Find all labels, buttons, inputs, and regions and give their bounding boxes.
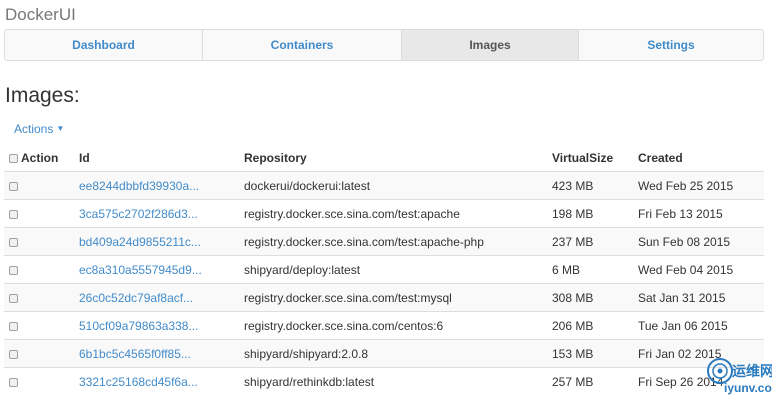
caret-down-icon: ▼	[56, 124, 65, 133]
virtual-size-cell: 237 MB	[552, 227, 638, 256]
image-id-link[interactable]: 510cf09a79863a338...	[79, 319, 198, 333]
row-checkbox[interactable]	[9, 181, 18, 191]
repository-cell: registry.docker.sce.sina.com/test:mysql	[244, 283, 552, 312]
watermark-text: 运维网	[732, 363, 772, 379]
app-title: DockerUI	[5, 5, 76, 24]
virtual-size-cell: 423 MB	[552, 171, 638, 200]
header-id: Id	[79, 144, 244, 172]
main-nav: Dashboard Containers Images Settings	[4, 29, 764, 61]
table-row: 510cf09a79863a338... registry.docker.sce.…	[4, 311, 764, 340]
created-cell: Sat Jan 31 2015	[638, 283, 764, 312]
image-id-cell: ee8244dbbfd39930a...	[79, 171, 244, 200]
image-id-link[interactable]: 6b1bc5c4565f0ff85...	[79, 347, 191, 361]
table-row: ee8244dbbfd39930a... dockerui/dockerui:la…	[4, 171, 764, 200]
image-id-link[interactable]: 3ca575c2702f286d3...	[79, 207, 198, 221]
image-id-cell: 510cf09a79863a338...	[79, 311, 244, 340]
repository-cell: shipyard/rethinkdb:latest	[244, 367, 552, 395]
created-cell: Fri Feb 13 2015	[638, 199, 764, 228]
image-id-link[interactable]: 3321c25168cd45f6a...	[79, 375, 198, 389]
image-id-link[interactable]: bd409a24d9855211c...	[79, 235, 201, 249]
table-row: 6b1bc5c4565f0ff85... shipyard/shipyard:2.…	[4, 339, 764, 368]
image-id-cell: ec8a310a5557945d9...	[79, 255, 244, 284]
virtual-size-cell: 6 MB	[552, 255, 638, 284]
repository-cell: shipyard/deploy:latest	[244, 255, 552, 284]
image-id-link[interactable]: 26c0c52dc79af8acf...	[79, 291, 193, 305]
table-row: 3ca575c2702f286d3... registry.docker.sce.…	[4, 199, 764, 228]
virtual-size-cell: 206 MB	[552, 311, 638, 340]
row-checkbox[interactable]	[9, 237, 18, 247]
repository-cell: registry.docker.sce.sina.com/test:apache	[244, 199, 552, 228]
image-id-cell: 3ca575c2702f286d3...	[79, 199, 244, 228]
tab-dashboard[interactable]: Dashboard	[5, 30, 203, 60]
row-checkbox[interactable]	[9, 321, 18, 331]
row-checkbox[interactable]	[9, 293, 18, 303]
page-title: Images:	[5, 84, 80, 107]
header-virtual-size: VirtualSize	[552, 144, 638, 172]
watermark-domain: iyunv.com	[724, 381, 772, 395]
table-row: 26c0c52dc79af8acf... registry.docker.sce.…	[4, 283, 764, 312]
tab-containers[interactable]: Containers	[203, 30, 402, 60]
tab-images[interactable]: Images	[402, 30, 579, 60]
header-created: Created	[638, 144, 764, 172]
row-action-cell	[4, 339, 79, 368]
virtual-size-cell: 308 MB	[552, 283, 638, 312]
created-cell: Wed Feb 04 2015	[638, 255, 764, 284]
created-cell: Sun Feb 08 2015	[638, 227, 764, 256]
row-action-cell	[4, 367, 79, 395]
image-id-cell: 26c0c52dc79af8acf...	[79, 283, 244, 312]
created-cell: Tue Jan 06 2015	[638, 311, 764, 340]
header-action: Action	[4, 144, 79, 172]
created-cell: Wed Feb 25 2015	[638, 171, 764, 200]
header-repository: Repository	[244, 144, 552, 172]
actions-dropdown[interactable]: Actions ▼	[14, 122, 64, 136]
row-action-cell	[4, 311, 79, 340]
row-checkbox[interactable]	[9, 209, 18, 219]
tab-settings[interactable]: Settings	[579, 30, 763, 60]
repository-cell: registry.docker.sce.sina.com/centos:6	[244, 311, 552, 340]
row-checkbox[interactable]	[9, 265, 18, 275]
image-id-cell: 3321c25168cd45f6a...	[79, 367, 244, 395]
select-all-checkbox[interactable]	[9, 153, 18, 163]
table-row: bd409a24d9855211c... registry.docker.sce.…	[4, 227, 764, 256]
virtual-size-cell: 153 MB	[552, 339, 638, 368]
image-id-link[interactable]: ee8244dbbfd39930a...	[79, 179, 199, 193]
image-id-cell: 6b1bc5c4565f0ff85...	[79, 339, 244, 368]
image-id-cell: bd409a24d9855211c...	[79, 227, 244, 256]
row-action-cell	[4, 283, 79, 312]
watermark: 运维网 iyunv.com	[704, 355, 772, 401]
actions-label: Actions	[14, 122, 54, 136]
row-action-cell	[4, 199, 79, 228]
images-table: Action Id Repository VirtualSize Created…	[4, 144, 764, 395]
row-checkbox[interactable]	[9, 349, 18, 359]
image-id-link[interactable]: ec8a310a5557945d9...	[79, 263, 202, 277]
table-header-row: Action Id Repository VirtualSize Created	[4, 144, 764, 172]
row-action-cell	[4, 227, 79, 256]
row-checkbox[interactable]	[9, 377, 18, 387]
virtual-size-cell: 257 MB	[552, 367, 638, 395]
row-action-cell	[4, 171, 79, 200]
table-row: ec8a310a5557945d9... shipyard/deploy:late…	[4, 255, 764, 284]
repository-cell: shipyard/shipyard:2.0.8	[244, 339, 552, 368]
repository-cell: registry.docker.sce.sina.com/test:apache…	[244, 227, 552, 256]
virtual-size-cell: 198 MB	[552, 199, 638, 228]
repository-cell: dockerui/dockerui:latest	[244, 171, 552, 200]
row-action-cell	[4, 255, 79, 284]
table-row: 3321c25168cd45f6a... shipyard/rethinkdb:l…	[4, 367, 764, 395]
